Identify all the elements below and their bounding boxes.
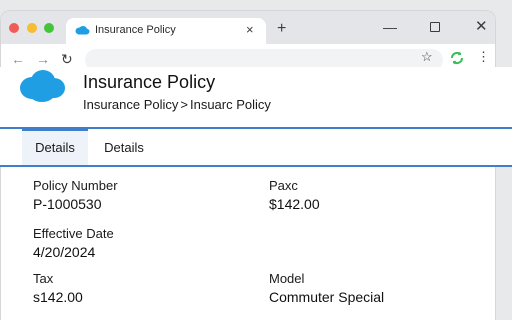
field-label: Model — [269, 271, 305, 286]
breadcrumb: Insurance Policy > Insuarc Policy — [83, 97, 271, 112]
field-tax: Tax s142.00 — [33, 271, 83, 305]
field-label: Tax — [33, 271, 54, 286]
tab-details[interactable]: Details — [96, 129, 152, 165]
salesforce-logo-icon — [20, 70, 65, 102]
back-arrow-icon[interactable]: ← — [11, 52, 25, 66]
minimize-icon[interactable]: — — [383, 20, 397, 34]
sync-extension-icon[interactable] — [449, 50, 465, 66]
page-title: Insurance Policy — [83, 72, 216, 92]
close-tab-icon[interactable]: × — [246, 22, 254, 37]
field-label: Effective Date — [33, 226, 114, 241]
kebab-menu-icon[interactable]: ⋮ — [477, 49, 490, 65]
field-policy-number: Policy Number P-1000530 — [33, 178, 118, 212]
browser-tab-title: Insurance Policy — [95, 24, 176, 36]
browser-tab[interactable]: Insurance Policy × — [66, 18, 266, 45]
salesforce-cloud-icon — [75, 26, 90, 35]
new-tab-button[interactable]: + — [277, 21, 286, 37]
field-value: $142.00 — [269, 196, 320, 212]
zoom-window-dot[interactable] — [44, 23, 54, 33]
forward-arrow-icon[interactable]: → — [36, 52, 50, 66]
tabs-divider — [0, 165, 512, 167]
star-icon[interactable]: ☆ — [421, 49, 433, 65]
maximize-icon[interactable] — [430, 22, 440, 32]
close-window-dot[interactable] — [9, 23, 19, 33]
tab-strip: Insurance Policy × + — ✕ — [1, 11, 495, 45]
field-value: Commuter Special — [269, 289, 385, 305]
minimize-window-dot[interactable] — [27, 23, 37, 33]
record-header: Insurance Policy Insurance Policy > Insuar… — [0, 67, 512, 127]
field-model: Model Commuter Special — [269, 271, 384, 305]
record-tabs: Details Details — [0, 129, 512, 165]
breadcrumb-current: Insuarc Policy — [189, 97, 271, 112]
tab-details-active[interactable]: Details — [22, 129, 88, 165]
breadcrumb-parent[interactable]: Insurance Policy — [83, 97, 178, 112]
field-label: Paxc — [269, 178, 298, 193]
field-effective-date: Effective Date 4/20/2024 — [33, 226, 114, 260]
field-paxc: Paxc $142.00 — [269, 178, 320, 212]
field-value: s142.00 — [33, 289, 83, 305]
field-value: P-1000530 — [33, 196, 102, 212]
field-value: 4/20/2024 — [33, 244, 96, 260]
reload-icon[interactable]: ↻ — [61, 52, 73, 66]
field-label: Policy Number — [33, 178, 118, 193]
breadcrumb-separator: > — [180, 97, 188, 112]
close-window-icon[interactable]: ✕ — [475, 19, 488, 34]
